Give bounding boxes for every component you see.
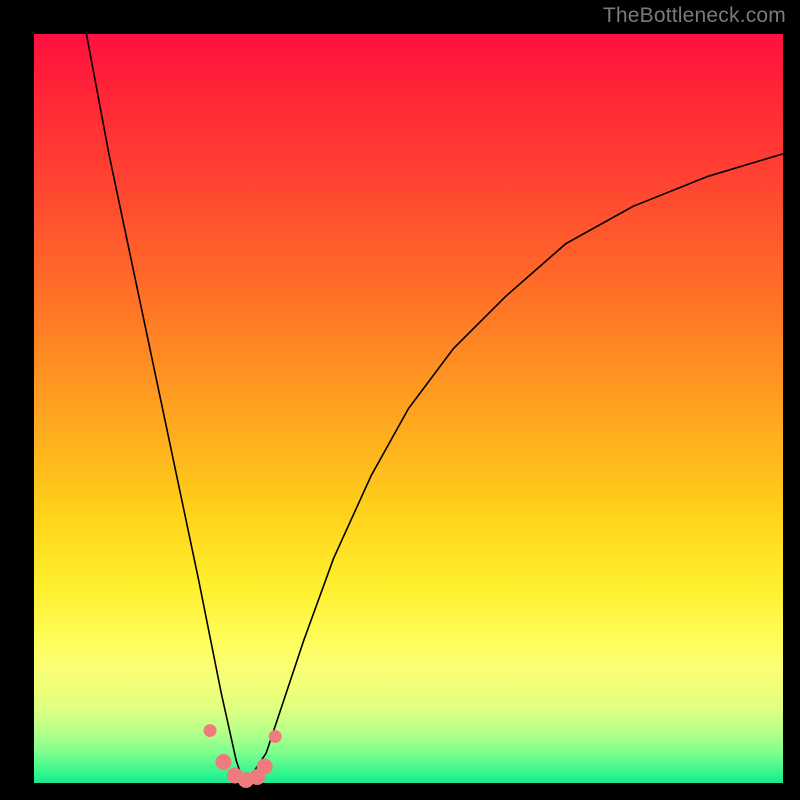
watermark-text: TheBottleneck.com: [603, 4, 786, 28]
chart-frame: TheBottleneck.com: [0, 0, 800, 800]
plot-area: [34, 34, 783, 783]
curve-marker: [204, 724, 217, 737]
curve-marker: [216, 754, 232, 770]
bottleneck-curve: [86, 34, 783, 783]
bottleneck-curve-svg: [34, 34, 783, 783]
curve-marker: [269, 730, 282, 743]
curve-marker: [257, 759, 273, 775]
marker-group: [204, 724, 282, 788]
